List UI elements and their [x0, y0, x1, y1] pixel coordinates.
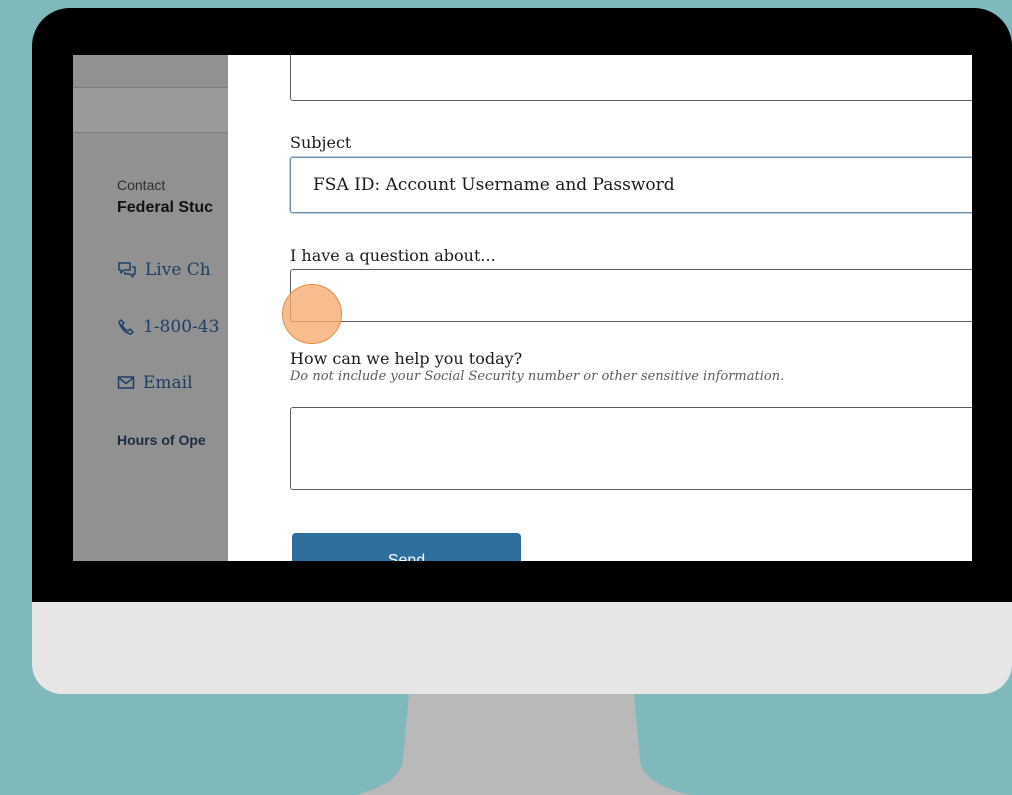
- envelope-icon: [117, 375, 135, 391]
- email-label: Email: [143, 373, 193, 393]
- sidebar-top-bar: [73, 55, 228, 88]
- subject-select-value: FSA ID: Account Username and Password: [313, 175, 675, 195]
- send-button[interactable]: Send: [292, 533, 521, 561]
- contact-sidebar: Contact Federal Stuc Live Ch 1-800-43 Em…: [73, 55, 228, 561]
- phone-number-label: 1-800-43: [143, 317, 220, 337]
- screen: Contact Federal Stuc Live Ch 1-800-43 Em…: [73, 55, 972, 561]
- cursor-highlight: [282, 284, 342, 344]
- organization-name: Federal Stuc: [117, 199, 214, 216]
- monitor-chin: [32, 602, 1012, 694]
- live-chat-link[interactable]: Live Ch: [117, 260, 211, 280]
- phone-icon: [117, 318, 135, 336]
- sidebar-header-band: [73, 88, 228, 133]
- subject-select[interactable]: FSA ID: Account Username and Password: [290, 157, 972, 213]
- subject-label: Subject: [290, 133, 352, 152]
- question-select[interactable]: [290, 269, 972, 322]
- top-input-field[interactable]: [290, 55, 972, 101]
- phone-link[interactable]: 1-800-43: [117, 317, 219, 337]
- question-label: I have a question about...: [290, 246, 496, 265]
- contact-label: Contact: [117, 177, 166, 193]
- live-chat-label: Live Ch: [145, 260, 211, 280]
- chat-bubbles-icon: [117, 261, 137, 279]
- help-textarea[interactable]: [290, 407, 972, 490]
- help-hint: Do not include your Social Security numb…: [290, 369, 785, 384]
- email-link[interactable]: Email: [117, 373, 193, 393]
- help-label: How can we help you today?: [290, 349, 523, 368]
- hours-of-operation-heading: Hours of Ope: [117, 432, 206, 448]
